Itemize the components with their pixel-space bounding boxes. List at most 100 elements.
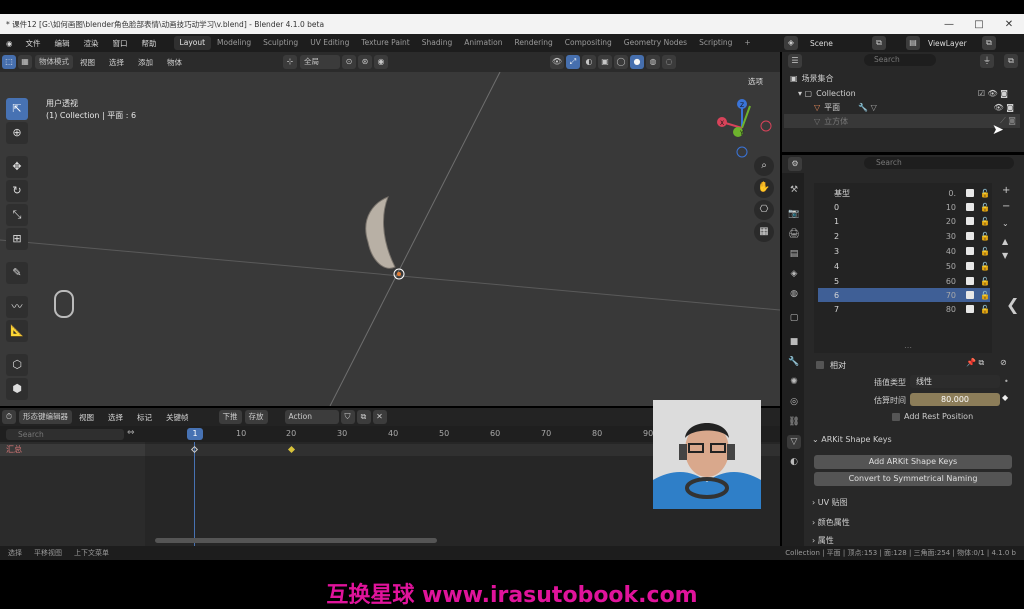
annotate-tool-icon[interactable]: ✎ [6, 262, 28, 284]
collection-tab-icon[interactable]: ▢ [787, 311, 801, 325]
shape-key-row[interactable]: 0 10 🔓 [818, 200, 990, 214]
shading-solid-icon[interactable]: ● [630, 55, 644, 69]
stash-button[interactable]: 存放 [244, 410, 268, 424]
attr-section-header[interactable]: › 属性 [812, 535, 834, 546]
tab-animation[interactable]: Animation [458, 36, 508, 50]
ortho-grid-icon[interactable]: ▦ [754, 222, 774, 242]
measure-tool-icon[interactable]: 📐 [6, 320, 28, 342]
view-layer-name[interactable]: ViewLayer [928, 39, 980, 48]
tab-uv-editing[interactable]: UV Editing [304, 36, 355, 50]
scale-tool-icon[interactable]: ⤡ [6, 204, 28, 226]
outliner-search-input[interactable]: Search [864, 54, 936, 66]
navigation-gizmo[interactable]: Y X Z [712, 96, 776, 160]
add-workspace-icon[interactable]: + [738, 36, 756, 50]
shape-key-row[interactable]: 2 30 🔓 [818, 229, 990, 243]
add-cube-tool-icon[interactable]: ⬡ [6, 354, 28, 376]
shading-wireframe-icon[interactable]: ◯ [614, 55, 628, 69]
timeline-menu-view[interactable]: 视图 [72, 412, 101, 423]
summary-channel[interactable]: 汇总 [0, 444, 145, 456]
shape-key-checkbox[interactable] [966, 277, 974, 285]
modifier-tab-icon[interactable]: 🔧 [787, 355, 801, 369]
view-layer-tab-icon[interactable]: ▤ [787, 247, 801, 261]
xray-icon[interactable]: ▣ [598, 55, 612, 69]
shape-key-checkbox[interactable] [966, 189, 974, 197]
menu-window[interactable]: 窗口 [106, 38, 135, 49]
current-frame-marker[interactable]: 1 [187, 428, 203, 440]
snap-icon[interactable]: ⊛ [358, 55, 372, 69]
camera-view-icon[interactable]: ⎔ [754, 200, 774, 220]
menu-edit[interactable]: 编辑 [48, 38, 77, 49]
tab-sculpting[interactable]: Sculpting [257, 36, 304, 50]
rotate-tool-icon[interactable]: ↻ [6, 180, 28, 202]
add-arkit-button[interactable]: Add ARKit Shape Keys [814, 455, 1012, 469]
shape-key-row[interactable]: 3 40 🔓 [818, 244, 990, 258]
gizmo-icon[interactable]: ⤢ [566, 55, 580, 69]
collection-row[interactable]: ▾ ▢ Collection ☑ 👁 ◙ [798, 86, 1018, 100]
blender-logo-icon[interactable]: ◉ [0, 39, 19, 48]
object-tab-icon[interactable]: ■ [787, 335, 801, 349]
tab-rendering[interactable]: Rendering [508, 36, 558, 50]
collapse-sidebar-icon[interactable]: ❮ [1006, 295, 1019, 314]
reset-icon[interactable]: ⊘ [1000, 358, 1007, 367]
interp-dropdown[interactable]: 线性 [910, 375, 1000, 388]
add-shape-key-icon[interactable]: + [1002, 185, 1010, 196]
shape-key-row[interactable]: 4 50 🔓 [818, 259, 990, 273]
minimize-button[interactable]: — [934, 14, 964, 34]
3d-viewport[interactable]: ⬚ ▦ 物体模式 视图 选择 添加 物体 ⊹ 全局 ⊙ ⊛ ◉ 👁 ⤢ ◐ ▣ … [0, 52, 780, 406]
outliner-item-cube[interactable]: ▽ 立方体 ⟋ ◙ [784, 114, 1020, 128]
shape-key-checkbox[interactable] [966, 217, 974, 225]
menu-render[interactable]: 渲染 [77, 38, 106, 49]
material-tab-icon[interactable]: ◐ [787, 455, 801, 469]
uv-section-header[interactable]: › UV 贴图 [812, 497, 848, 508]
particles-tab-icon[interactable]: ✺ [787, 375, 801, 389]
outliner-type-icon[interactable]: ☰ [788, 54, 802, 68]
pan-hand-icon[interactable]: ✋ [754, 178, 774, 198]
select-mode-icon[interactable]: ▦ [18, 55, 32, 69]
zoom-icon[interactable]: ⌕ [754, 156, 774, 176]
plane-visibility-icon[interactable]: 👁 ◙ [994, 103, 1014, 112]
timeline-menu-keyframe[interactable]: 关键帧 [159, 412, 196, 423]
physics-tab-icon[interactable]: ◎ [787, 395, 801, 409]
scene-icon[interactable]: ◈ [784, 36, 798, 50]
tab-modeling[interactable]: Modeling [211, 36, 257, 50]
editor-type-icon[interactable]: ⏱ [2, 410, 16, 424]
tab-texture-paint[interactable]: Texture Paint [355, 36, 415, 50]
scene-collection-row[interactable]: ▣ 场景集合 [790, 71, 834, 85]
new-collection-icon[interactable]: ⧉ [1004, 54, 1018, 68]
output-tab-icon[interactable]: 🖨 [787, 227, 801, 241]
shape-key-checkbox[interactable] [966, 232, 974, 240]
shape-key-checkbox[interactable] [966, 203, 974, 211]
view-layer-icon[interactable]: ▤ [906, 36, 920, 50]
color-section-header[interactable]: › 颜色属性 [812, 517, 850, 528]
move-down-icon[interactable]: ▼ [1002, 251, 1008, 260]
move-up-icon[interactable]: ▲ [1002, 237, 1008, 246]
draw-tool-icon[interactable]: 〰 [6, 296, 28, 318]
orientation-dropdown[interactable]: 全局 [300, 55, 340, 69]
move-tool-icon[interactable]: ✥ [6, 156, 28, 178]
render-tab-icon[interactable]: 📷 [787, 207, 801, 221]
proportional-icon[interactable]: ◉ [374, 55, 388, 69]
arkit-section-header[interactable]: ⌄ ARKit Shape Keys [812, 435, 892, 444]
add-rest-checkbox[interactable] [892, 413, 900, 421]
viewport-menu-add[interactable]: 添加 [131, 57, 160, 68]
shape-key-checkbox[interactable] [966, 247, 974, 255]
action-field[interactable]: Action [284, 410, 339, 424]
tab-compositing[interactable]: Compositing [559, 36, 618, 50]
mesh-object[interactable] [365, 196, 396, 269]
options-label[interactable]: 选项 [748, 76, 763, 87]
new-view-layer-icon[interactable]: ⧉ [982, 36, 996, 50]
shape-key-row[interactable]: 1 20 🔓 [818, 214, 990, 228]
menu-file[interactable]: 文件 [19, 38, 48, 49]
editor-mode-dropdown[interactable]: 形态键编辑器 [19, 410, 72, 424]
scene-tab-icon[interactable]: ◈ [787, 267, 801, 281]
pivot-icon[interactable]: ⊙ [342, 55, 356, 69]
overlay-icon[interactable]: ◐ [582, 55, 596, 69]
new-scene-icon[interactable]: ⧉ [872, 36, 886, 50]
convert-symmetrical-button[interactable]: Convert to Symmetrical Naming [814, 472, 1012, 486]
timeline-scrollbar[interactable] [155, 538, 437, 543]
tab-shading[interactable]: Shading [416, 36, 458, 50]
timeline-menu-marker[interactable]: 标记 [130, 412, 159, 423]
cursor-tool-icon[interactable]: ⊕ [6, 122, 28, 144]
shape-key-checkbox[interactable] [966, 262, 974, 270]
new-action-icon[interactable]: ⧉ [356, 410, 371, 424]
